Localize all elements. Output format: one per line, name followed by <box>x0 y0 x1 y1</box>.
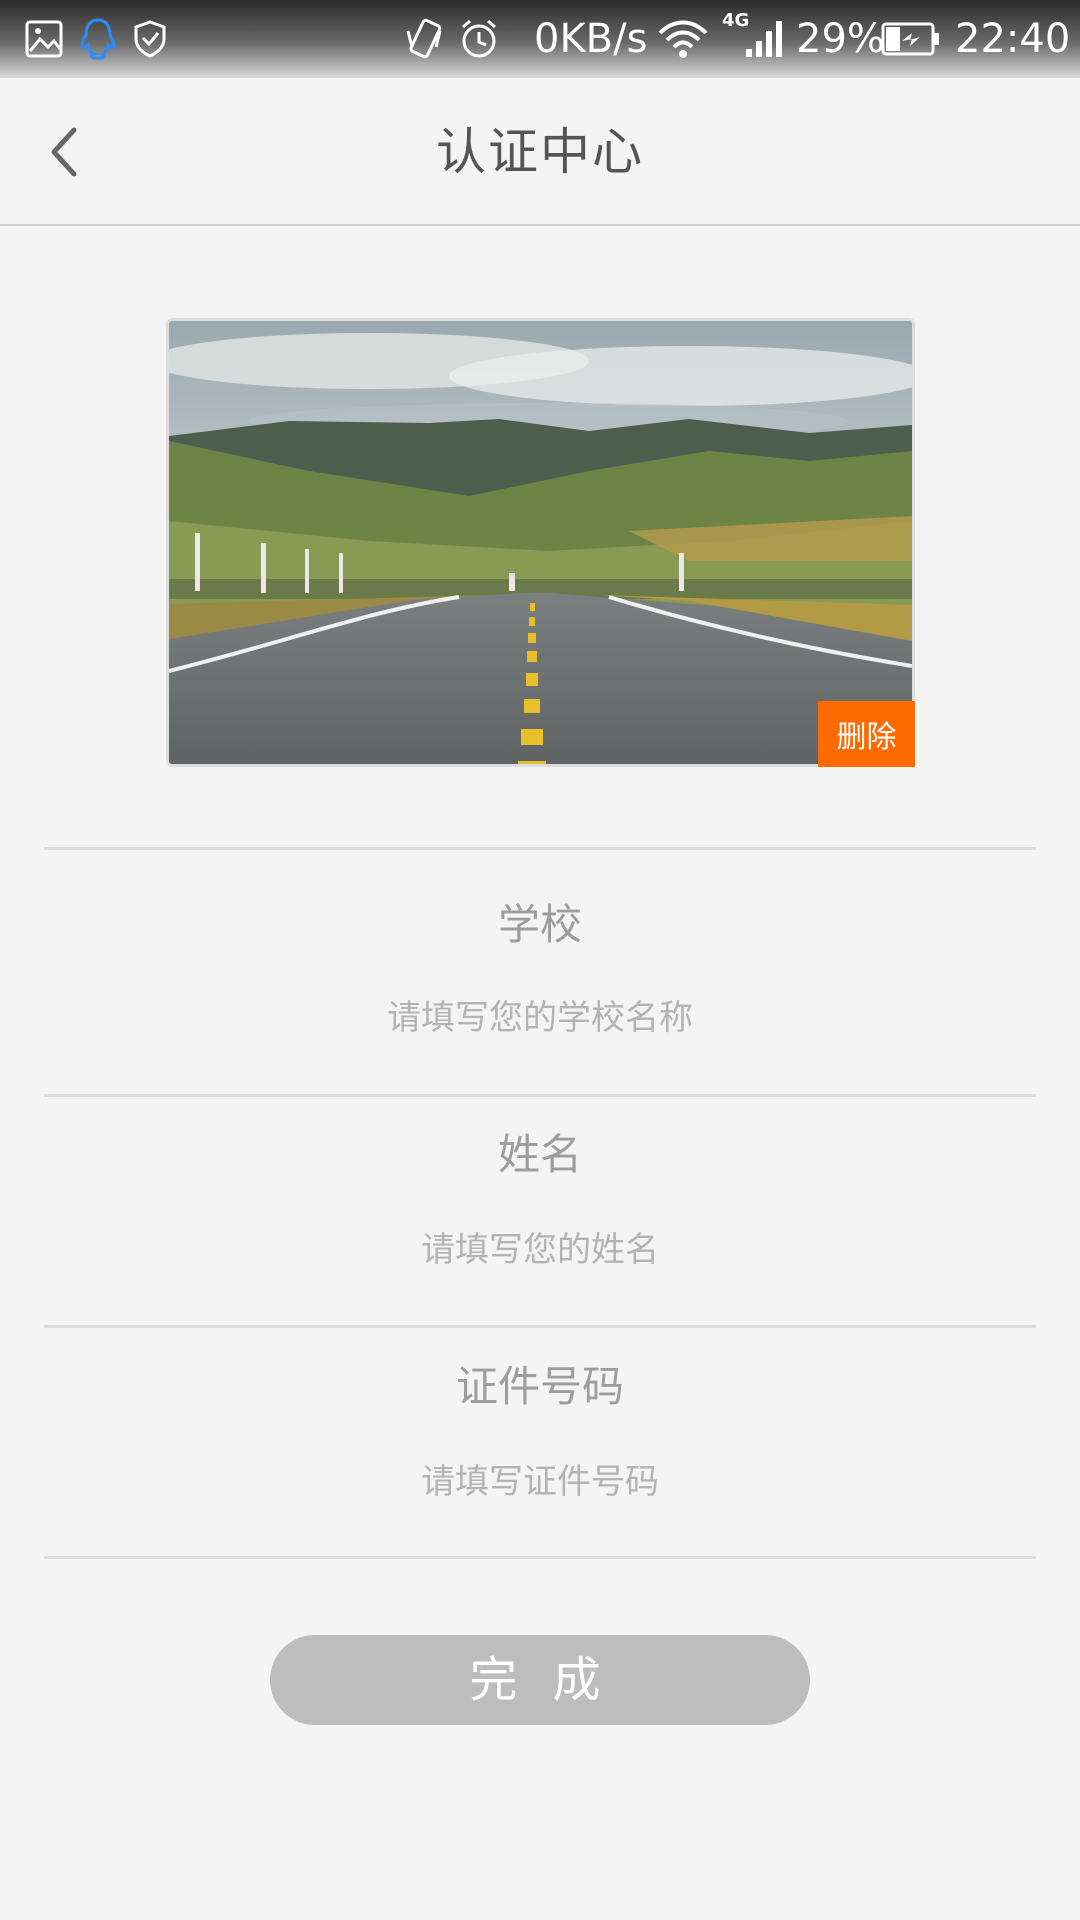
battery-percent: 29% <box>796 16 885 62</box>
wifi-icon <box>656 14 710 64</box>
net-speed: 0KB/s <box>534 16 648 62</box>
name-input[interactable] <box>240 1220 840 1280</box>
road-landscape-image <box>169 321 912 764</box>
name-label: 姓名 <box>497 1130 582 1179</box>
divider <box>44 1325 1036 1328</box>
image-icon <box>24 14 64 64</box>
delete-photo-button[interactable]: 删除 <box>818 701 915 767</box>
id-number-input[interactable] <box>240 1452 840 1512</box>
submit-button[interactable]: 完 成 <box>270 1635 810 1725</box>
alarm-icon <box>458 14 500 64</box>
screen: 0KB/s 4G 29% 22:40 认证中心 删除 学校 请填写您的学校名称 … <box>0 0 1080 1920</box>
page-title: 认证中心 <box>436 123 644 181</box>
title-bar: 认证中心 <box>0 78 1080 226</box>
qq-icon <box>78 14 118 64</box>
signal-icon <box>730 14 782 64</box>
divider <box>44 1556 1036 1559</box>
battery-charging-icon <box>880 14 942 64</box>
status-bar: 0KB/s 4G 29% 22:40 <box>0 0 1080 78</box>
divider <box>44 847 1036 850</box>
shield-icon <box>132 14 168 64</box>
school-label: 学校 <box>497 900 582 949</box>
school-input[interactable] <box>240 988 840 1048</box>
divider <box>44 1094 1036 1097</box>
vibrate-icon <box>404 14 444 64</box>
id-number-label: 证件号码 <box>455 1362 624 1411</box>
uploaded-photo[interactable] <box>166 318 915 767</box>
clock: 22:40 <box>955 16 1071 62</box>
